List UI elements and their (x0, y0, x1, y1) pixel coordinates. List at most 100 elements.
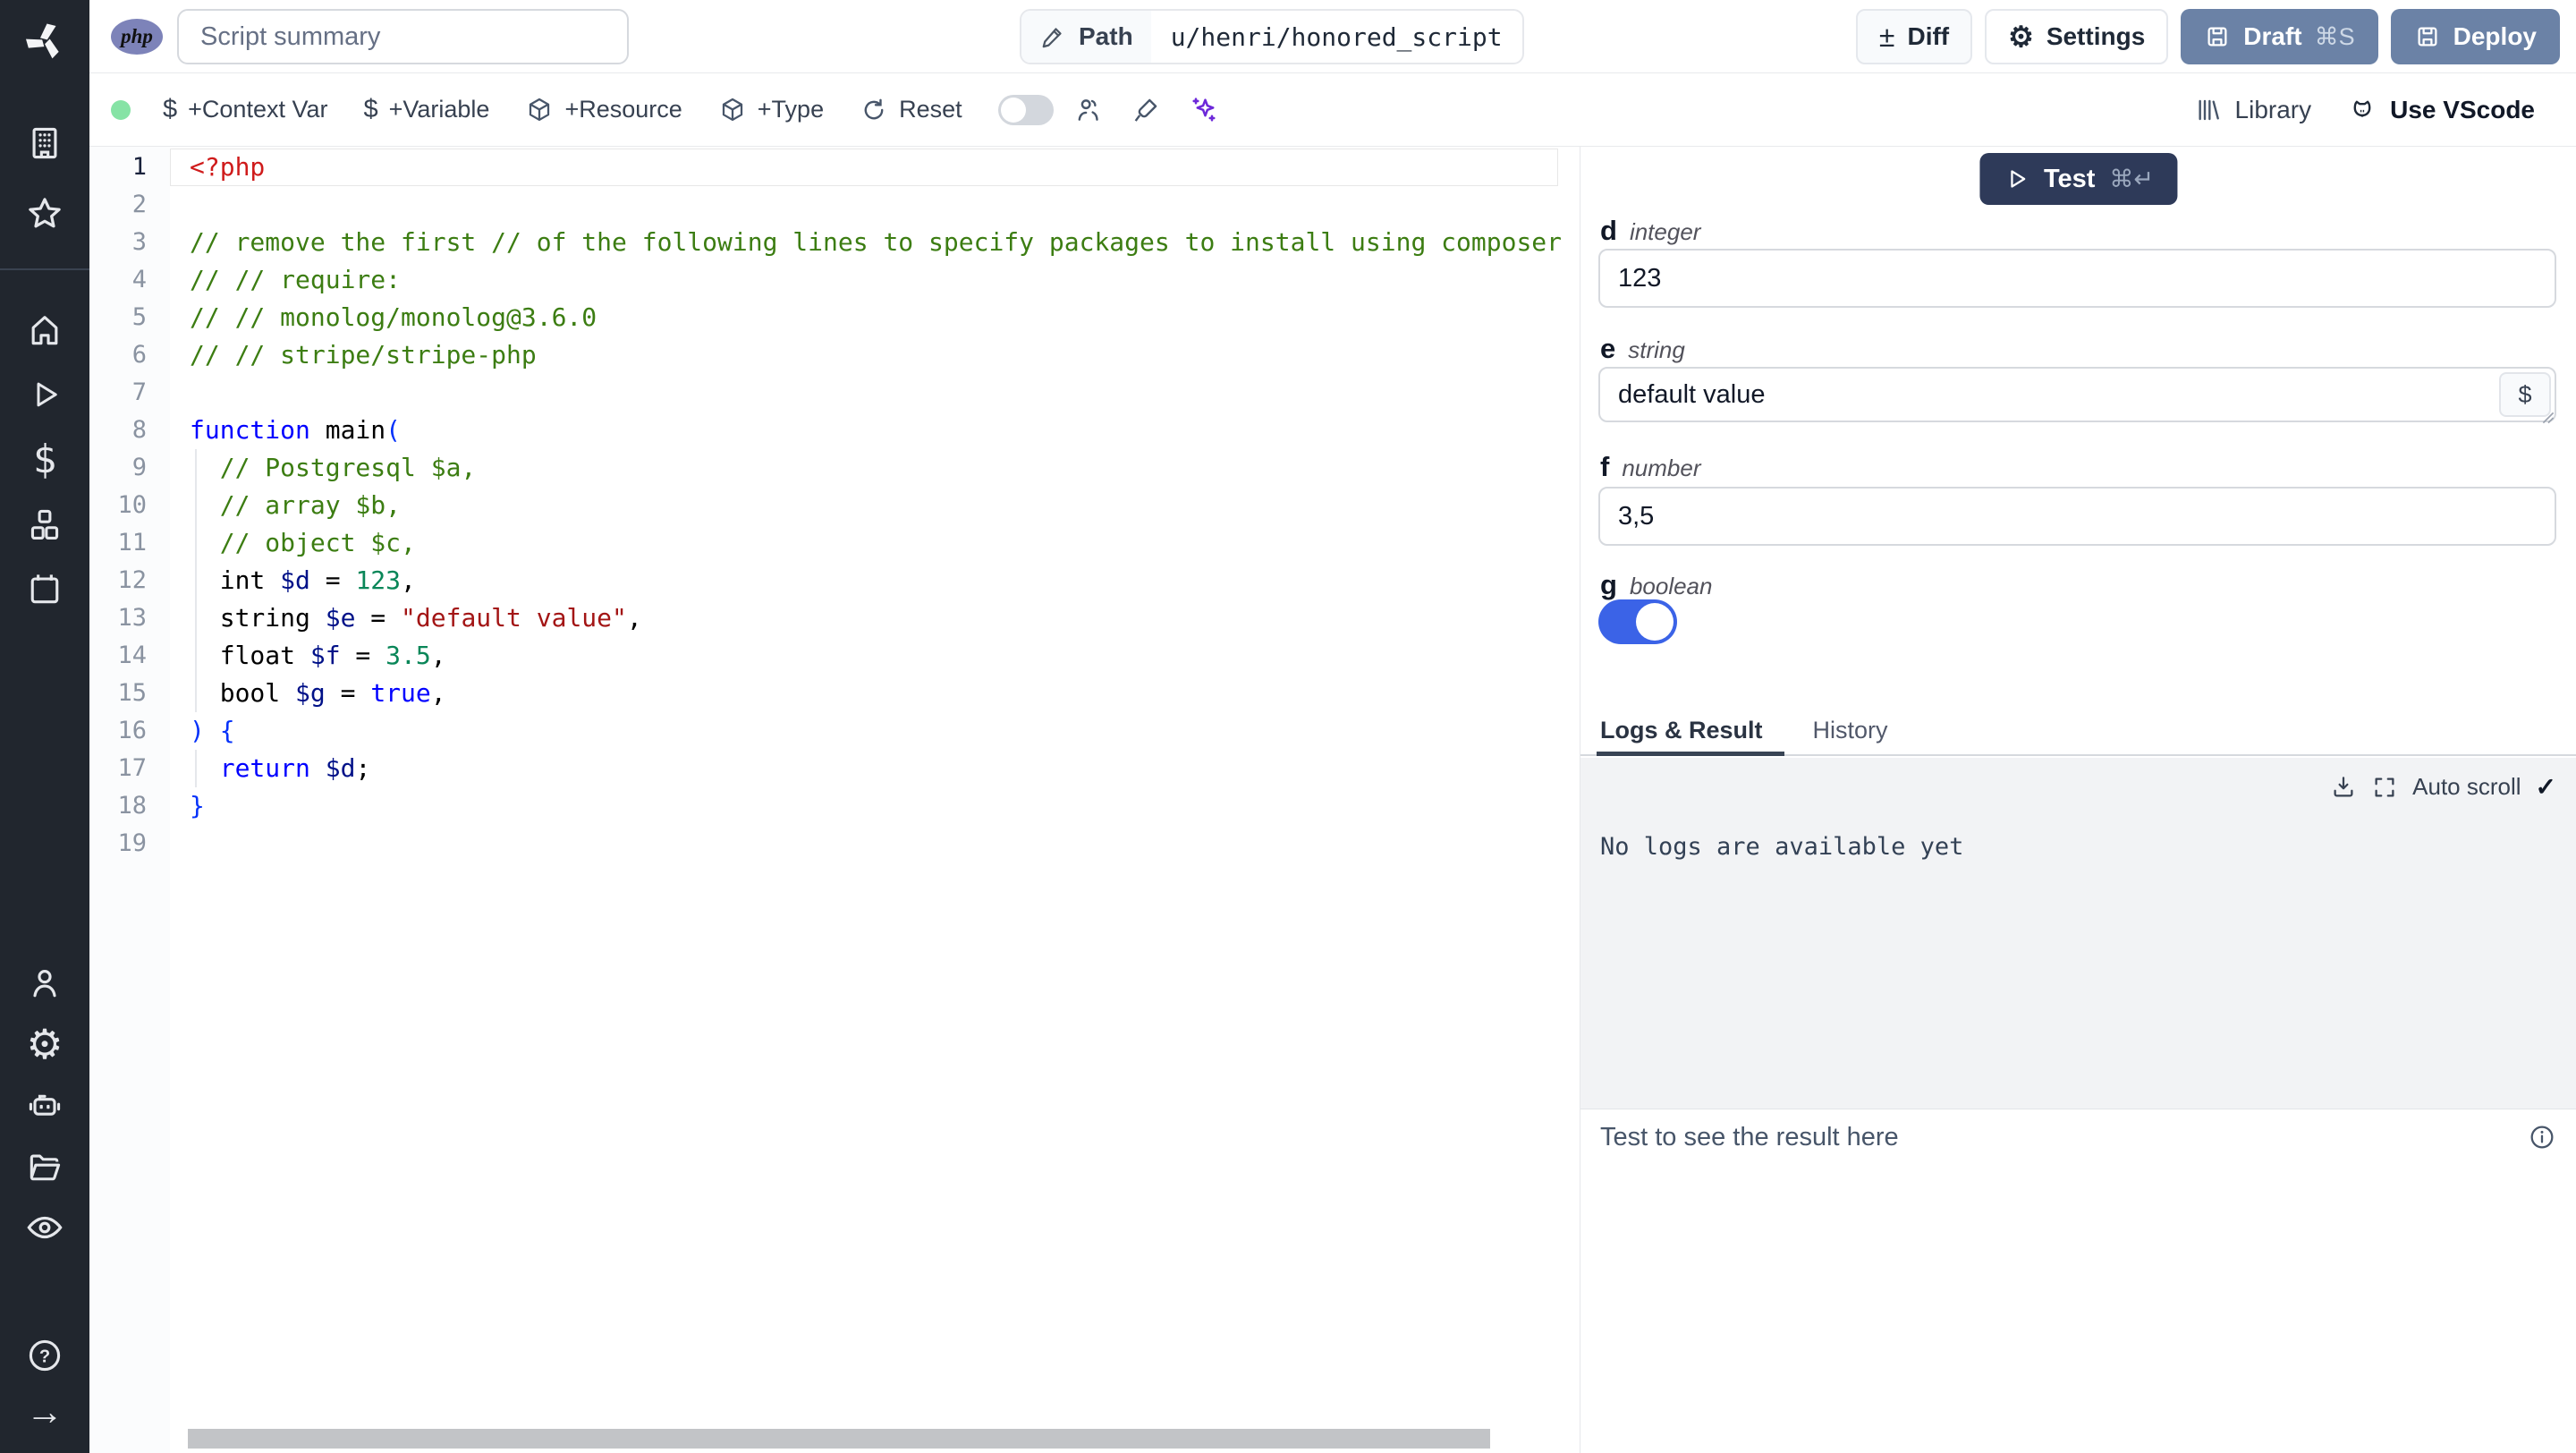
dollar-icon: $ (163, 95, 178, 123)
ai-assistant-button[interactable] (1188, 94, 1220, 126)
path-label-segment: Path (1021, 11, 1151, 63)
help-icon: ? (29, 1339, 61, 1372)
info-icon[interactable] (2528, 1123, 2556, 1151)
insert-variable-button[interactable]: $ (2499, 372, 2551, 417)
param-input-d[interactable] (1598, 249, 2556, 308)
gutter-line-number: 16 (117, 717, 147, 744)
sidebar-item-variables[interactable]: $ (20, 435, 70, 485)
code-line: string $e = "default value", (190, 603, 642, 633)
sidebar-item-folders[interactable] (20, 1142, 70, 1192)
topbar-actions: ± Diff ⚙ Settings Draft ⌘S Deploy (1855, 9, 2560, 64)
php-language-badge: php (111, 19, 163, 55)
sidebar-item-resources[interactable] (20, 500, 70, 550)
param-toggle-g[interactable] (1598, 599, 1677, 644)
gutter-line-number: 11 (117, 529, 147, 557)
library-icon (2199, 99, 2219, 120)
param-input-f[interactable] (1598, 487, 2556, 546)
sidebar-item-workers[interactable] (20, 1081, 70, 1131)
draft-button[interactable]: Draft ⌘S (2181, 9, 2378, 64)
path-label: Path (1079, 22, 1133, 50)
test-shortcut: ⌘↵ (2109, 165, 2155, 192)
pencil-icon (1042, 28, 1062, 48)
param-name: d (1600, 215, 1617, 246)
windmill-logo[interactable] (20, 16, 70, 66)
use-vscode-button[interactable]: Use VScode (2347, 95, 2535, 125)
editor-toolbar: $ +Context Var $ +Variable +Resource +Ty… (89, 73, 2576, 147)
test-panel: Test ⌘↵ dintegerestring$fnumbergboolean … (1580, 147, 2576, 1453)
arrow-right-icon: → (26, 1390, 64, 1432)
auto-scroll-check-icon[interactable]: ✓ (2536, 772, 2556, 802)
expand-logs-icon[interactable] (2371, 774, 2398, 801)
download-logs-icon[interactable] (2330, 774, 2357, 801)
building-icon (32, 127, 57, 159)
code-line: // remove the first // of the following … (190, 227, 1563, 257)
dollar-icon: $ (363, 95, 378, 123)
code-line: return $d; (219, 753, 371, 783)
script-summary-input[interactable] (177, 9, 629, 64)
diff-button[interactable]: ± Diff (1855, 9, 1973, 64)
deploy-button[interactable]: Deploy (2390, 9, 2560, 64)
settings-button[interactable]: ⚙ Settings (1985, 9, 2169, 64)
param-label-f: f number (1600, 451, 1700, 482)
play-icon (37, 382, 57, 407)
windmill-logo-icon (25, 23, 59, 59)
sidebar-item-runs[interactable] (20, 370, 70, 420)
library-label: Library (2234, 95, 2312, 123)
sidebar-item-users[interactable] (20, 958, 70, 1008)
robot-icon (29, 1094, 61, 1116)
tab-history[interactable]: History (1813, 717, 1888, 754)
sidebar-item-favorites[interactable] (20, 189, 70, 239)
path-value: u/henri/honored_script (1170, 21, 1503, 52)
sidebar-item-settings[interactable]: ⚙ (20, 1019, 70, 1069)
script-path-control[interactable]: Path u/henri/honored_script (1020, 9, 1524, 64)
test-button[interactable]: Test ⌘↵ (1979, 153, 2178, 205)
collaboration-icon (1078, 98, 1098, 121)
sidebar-item-help[interactable]: ? (20, 1330, 70, 1381)
gutter-line-number: 1 (131, 153, 147, 181)
textarea-resize-handle[interactable] (2542, 412, 2555, 424)
sidebar-item-workspace[interactable] (20, 118, 70, 168)
code-editor[interactable]: 1 2 3 4 5 6 7 8 9 10 11 12 13 14 15 16 17 18 19 <?php// re… (89, 147, 1580, 1453)
code-line: // object $c, (190, 528, 416, 557)
param-input-e[interactable] (1598, 367, 2556, 422)
draft-shortcut: ⌘S (2314, 22, 2355, 50)
sidebar-item-audit-logs[interactable] (20, 1202, 70, 1253)
gutter-line-number: 3 (131, 228, 147, 256)
tab-logs-result[interactable]: Logs & Result (1597, 717, 1784, 756)
sidebar-item-schedules[interactable] (20, 564, 70, 614)
play-icon (2010, 170, 2025, 188)
add-variable-button[interactable]: $ +Variable (363, 95, 489, 124)
svg-text:?: ? (39, 1347, 50, 1366)
reset-label: Reset (899, 96, 962, 123)
horizontal-scrollbar[interactable] (188, 1429, 1490, 1449)
add-context-var-label: +Context Var (188, 96, 328, 123)
package-icon (722, 98, 742, 121)
library-button[interactable]: Library (2194, 95, 2312, 124)
diff-mode-toggle[interactable] (997, 94, 1054, 125)
add-type-button[interactable]: +Type (718, 96, 824, 124)
eye-icon (27, 1216, 63, 1239)
sidebar-collapse-button[interactable]: → (20, 1387, 70, 1437)
settings-label: Settings (2046, 22, 2146, 50)
sidebar-item-home[interactable] (20, 305, 70, 355)
format-code-button[interactable] (1131, 95, 1161, 125)
gutter-line-number: 9 (131, 454, 147, 481)
test-label: Test (2043, 164, 2096, 193)
reset-button[interactable]: Reset (860, 96, 962, 124)
gutter-line-number: 4 (131, 266, 147, 293)
collaboration-button[interactable] (1073, 95, 1104, 125)
connection-status-dot (111, 99, 131, 120)
param-type: integer (1629, 218, 1701, 245)
gutter-line-number: 10 (117, 491, 147, 519)
param-label-e: e string (1600, 333, 1685, 364)
calendar-icon (30, 574, 59, 604)
reset-icon (864, 98, 884, 119)
logs-toolbar: Auto scroll ✓ (2330, 772, 2556, 802)
code-line: function main( (190, 415, 402, 445)
add-context-var-button[interactable]: $ +Context Var (163, 95, 327, 124)
add-resource-button[interactable]: +Resource (525, 96, 682, 124)
gutter-line-number: 17 (117, 754, 147, 782)
use-vscode-label: Use VScode (2390, 95, 2535, 123)
